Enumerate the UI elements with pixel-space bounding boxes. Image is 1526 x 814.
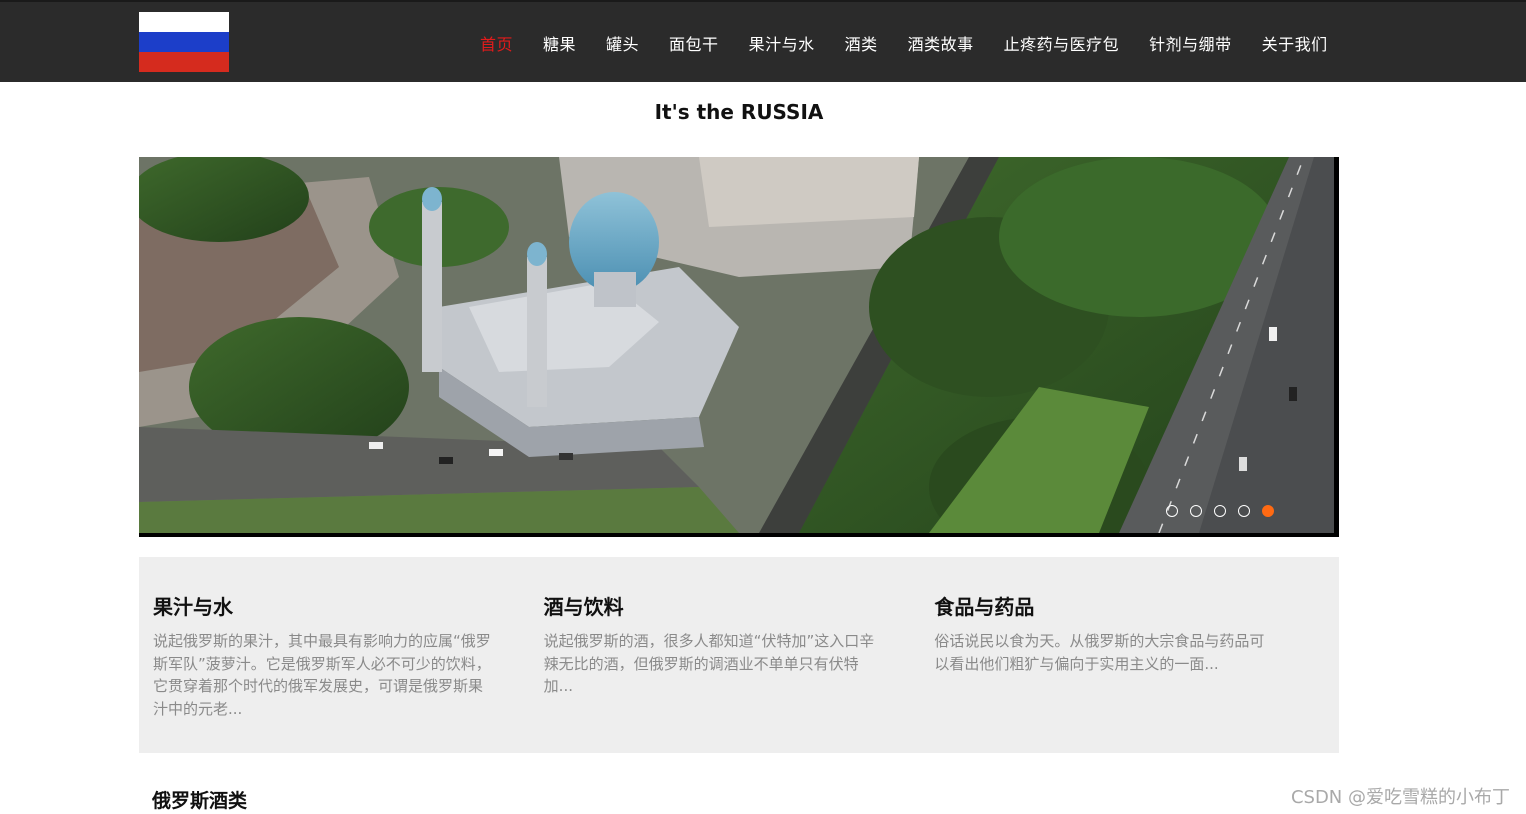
nav-item-home[interactable]: 首页 bbox=[480, 31, 513, 55]
carousel-dot-1[interactable] bbox=[1166, 505, 1178, 517]
feature-title: 酒与饮料 bbox=[543, 595, 624, 619]
hero-carousel[interactable] bbox=[139, 157, 1339, 537]
carousel-indicators bbox=[1166, 505, 1274, 517]
carousel-dot-5[interactable] bbox=[1262, 505, 1274, 517]
flag-stripe-blue bbox=[139, 32, 229, 52]
csdn-watermark: CSDN @爱吃雪糕的小布丁 bbox=[1290, 787, 1510, 808]
feature-card-food-medicine[interactable]: 食品与药品 俗话说民以食为天。从俄罗斯的大宗食品与药品可以看出他们粗犷与偏向于实… bbox=[934, 591, 1325, 753]
section-title-russian-liquor: 俄罗斯酒类 bbox=[152, 790, 248, 812]
feature-description: 俗话说民以食为天。从俄罗斯的大宗食品与药品可以看出他们粗犷与偏向于实用主义的一面… bbox=[934, 632, 1265, 673]
feature-description: 说起俄罗斯的酒，很多人都知道“伏特加”这入口辛辣无比的酒，但俄罗斯的调酒业不单单… bbox=[543, 632, 875, 695]
nav-item-canned[interactable]: 罐头 bbox=[606, 31, 639, 55]
carousel-dot-4[interactable] bbox=[1238, 505, 1250, 517]
top-navbar: 首页 糖果 罐头 面包干 果汁与水 酒类 酒类故事 止疼药与医疗包 针剂与绷带 … bbox=[0, 0, 1526, 82]
flag-stripe-red bbox=[139, 52, 229, 72]
nav-item-candy[interactable]: 糖果 bbox=[543, 31, 576, 55]
feature-section: 果汁与水 说起俄罗斯的果汁，其中最具有影响力的应属“俄罗斯军队”菠萝汁。它是俄罗… bbox=[139, 557, 1339, 753]
feature-card-liquor-drinks[interactable]: 酒与饮料 说起俄罗斯的酒，很多人都知道“伏特加”这入口辛辣无比的酒，但俄罗斯的调… bbox=[544, 591, 935, 753]
flag-stripe-white bbox=[139, 12, 229, 32]
feature-title: 果汁与水 bbox=[153, 595, 233, 619]
nav-item-about-us[interactable]: 关于我们 bbox=[1262, 31, 1328, 55]
feature-title: 食品与药品 bbox=[934, 595, 1035, 619]
page-headline: It's the RUSSIA bbox=[654, 100, 824, 124]
nav-item-painkillers-medkit[interactable]: 止疼药与医疗包 bbox=[1004, 31, 1120, 55]
russia-flag-logo[interactable] bbox=[139, 12, 229, 72]
carousel-dot-2[interactable] bbox=[1190, 505, 1202, 517]
nav-item-liquor[interactable]: 酒类 bbox=[845, 31, 878, 55]
feature-card-juice-water[interactable]: 果汁与水 说起俄罗斯的果汁，其中最具有影响力的应属“俄罗斯军队”菠萝汁。它是俄罗… bbox=[153, 591, 544, 753]
nav-item-rusks[interactable]: 面包干 bbox=[669, 31, 719, 55]
carousel-dot-3[interactable] bbox=[1214, 505, 1226, 517]
nav-item-juice-water[interactable]: 果汁与水 bbox=[749, 31, 815, 55]
feature-description: 说起俄罗斯的果汁，其中最具有影响力的应属“俄罗斯军队”菠萝汁。它是俄罗斯军人必不… bbox=[153, 632, 491, 718]
hero-image-aerial-mosque bbox=[139, 157, 1334, 533]
nav-item-liquor-stories[interactable]: 酒类故事 bbox=[908, 31, 974, 55]
main-nav: 首页 糖果 罐头 面包干 果汁与水 酒类 酒类故事 止疼药与医疗包 针剂与绷带 … bbox=[480, 2, 1358, 84]
nav-item-injections-bandages[interactable]: 针剂与绷带 bbox=[1149, 31, 1232, 55]
